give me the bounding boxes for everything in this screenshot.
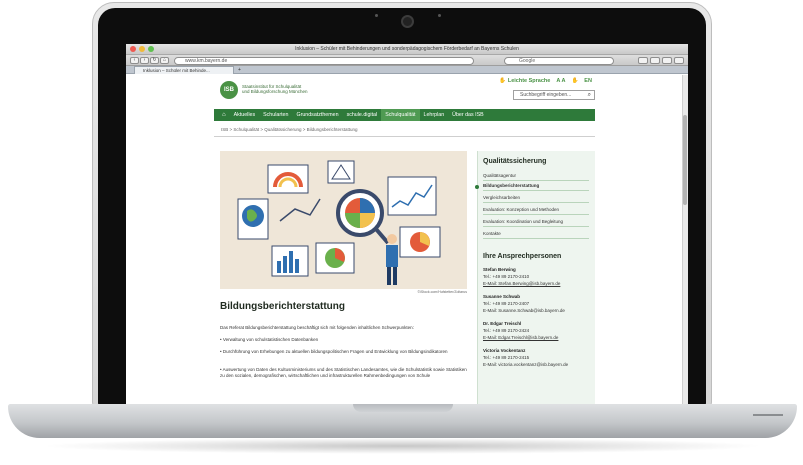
search-placeholder: Suchbegriff eingeben...	[520, 92, 572, 98]
nav-item-grundsatzthemen[interactable]: Grundsatzthemen	[292, 109, 342, 121]
trackpad-notch	[353, 404, 453, 412]
scrollbar-thumb[interactable]	[683, 115, 687, 205]
nav-item-schule-digital[interactable]: schule.digital	[343, 109, 382, 121]
easy-language-link[interactable]: ✋ Leichte Sprache	[499, 78, 550, 84]
contact-phone: Tel.: +49 89 2170-2410	[483, 274, 530, 279]
hero-illustration	[220, 151, 467, 289]
contact-name: Susanne Schwab	[483, 294, 521, 299]
divider	[214, 136, 595, 137]
institute-line-2: und Bildungsforschung München	[242, 89, 308, 94]
bullet-item: • Verwaltung von schulstatistischen Date…	[220, 337, 319, 342]
browser-toolbar: ‹ › ↻ ⌂ www.km.bayern.de Google	[126, 55, 688, 66]
contacts-title: Ihre Ansprechpersonen	[483, 253, 562, 260]
contact-name: Victoria Vockentanz	[483, 348, 526, 353]
nav-item-aktuelles[interactable]: Aktuelles	[230, 109, 260, 121]
laptop-mockup: Inklusion – Schüler mit Behinderungen un…	[0, 0, 803, 465]
site-search-input[interactable]: Suchbegriff eingeben... ⌕	[513, 90, 595, 100]
sidebar-item-vergleichsarbeiten[interactable]: Vergleichsarbeiten	[483, 193, 589, 203]
home-nav-icon[interactable]: ⌂	[222, 112, 230, 118]
bullet-item: • Auswertung von Daten des Kultusministe…	[220, 367, 467, 378]
scrollbar[interactable]	[682, 75, 688, 406]
menu-icon[interactable]	[674, 57, 684, 64]
window-titlebar: Inklusion – Schüler mit Behinderungen un…	[126, 44, 688, 55]
tab-bar: Inklusion – Schüler mit Behinde... +	[126, 66, 688, 74]
utility-links: ✋ Leichte Sprache A A ✋ EN	[499, 78, 592, 84]
contact-email-link[interactable]: E-Mail: Stefan.Berwing@isb.bayern.de	[483, 281, 560, 286]
nav-item-lehrplan[interactable]: Lehrplan	[420, 109, 449, 121]
browser-tab[interactable]: Inklusion – Schüler mit Behinde...	[134, 66, 234, 74]
page-title: Bildungsberichterstattung	[220, 301, 346, 312]
window-title: Inklusion – Schüler mit Behinderungen un…	[295, 46, 519, 52]
sidebar-item-evaluation-koordination[interactable]: Evaluation: Koordination und Begleitung	[483, 217, 589, 227]
contact-email-link[interactable]: E-Mail: Edgar.Treischl@isb.bayern.de	[483, 335, 558, 340]
browser-window: Inklusion – Schüler mit Behinderungen un…	[126, 44, 688, 406]
image-credit: ©iStock.com/Hufstetter/Zoltarus	[417, 290, 467, 294]
laptop-shadow	[40, 438, 765, 454]
easy-language-icon: ✋	[499, 78, 506, 84]
language-switch[interactable]: EN	[584, 78, 592, 84]
main-navigation: ⌂ Aktuelles Schularten Grundsatzthemen s…	[214, 109, 595, 121]
font-size-link[interactable]: A A	[556, 78, 565, 84]
sidebar-item-qualitaetsagentur[interactable]: Qualitätsagentur	[483, 171, 589, 181]
isb-logo[interactable]: ISB	[220, 81, 238, 99]
intro-text: Das Referat Bildungsberichterstattung be…	[220, 325, 414, 330]
sensor-dot	[438, 14, 441, 17]
contact-phone: Tel.: +49 89 2170-2407	[483, 301, 530, 306]
nav-item-schulqualitaet[interactable]: Schulqualität	[381, 109, 420, 121]
nav-item-ueber-das-isb[interactable]: Über das ISB	[448, 109, 488, 121]
reload-icon[interactable]: ↻	[150, 57, 159, 64]
sidebar-item-evaluation-konzeption[interactable]: Evaluation: Konzeption und Methoden	[483, 205, 589, 215]
nav-item-schularten[interactable]: Schularten	[259, 109, 292, 121]
sign-language-icon[interactable]: ✋	[571, 78, 578, 84]
home-icon[interactable]: ⌂	[160, 57, 169, 64]
contact-email-link[interactable]: E-Mail: victoria.vockentanz@isb.bayern.d…	[483, 362, 568, 367]
web-page: ISB Staatsinstitut für Schulqualität und…	[126, 75, 682, 406]
address-bar[interactable]: www.km.bayern.de	[174, 56, 474, 65]
breadcrumb[interactable]: ISB > Schulqualität > Qualitätssicherung…	[221, 127, 357, 132]
bullet-item: • Durchführung von Erhebungen zu aktuell…	[220, 349, 448, 354]
contact-name: Stefan Berwing	[483, 267, 516, 272]
sidebar-item-kontakte[interactable]: Kontakte	[483, 229, 589, 239]
drive-slot	[753, 414, 783, 416]
forward-icon[interactable]: ›	[140, 57, 149, 64]
easy-language-label: Leichte Sprache	[507, 78, 551, 84]
new-tab-button[interactable]: +	[238, 67, 241, 73]
addon-icon[interactable]	[662, 57, 672, 64]
search-icon[interactable]: ⌕	[588, 91, 591, 99]
camera-icon	[401, 15, 414, 28]
sensor-dot	[375, 14, 378, 17]
data-analysis-illustration	[237, 160, 441, 285]
contact-email-link[interactable]: E-Mail: Susanne.Schwab@isb.bayern.de	[483, 308, 565, 313]
contact-name: Dr. Edgar Treischl	[483, 321, 522, 326]
contact-phone: Tel.: +49 89 2170-2415	[483, 355, 530, 360]
active-indicator-icon	[475, 185, 479, 189]
bookmark-icon[interactable]	[650, 57, 660, 64]
institute-name: Staatsinstitut für Schulqualität und Bil…	[242, 84, 332, 94]
sidebar-item-bildungsberichterstattung[interactable]: Bildungsberichterstattung	[483, 181, 589, 191]
browser-search-input[interactable]: Google	[504, 56, 614, 65]
download-icon[interactable]	[638, 57, 648, 64]
contact-phone: Tel.: +49 89 2170-2424	[483, 328, 530, 333]
back-icon[interactable]: ‹	[130, 57, 139, 64]
sidebar-title: Qualitätssicherung	[483, 158, 547, 165]
